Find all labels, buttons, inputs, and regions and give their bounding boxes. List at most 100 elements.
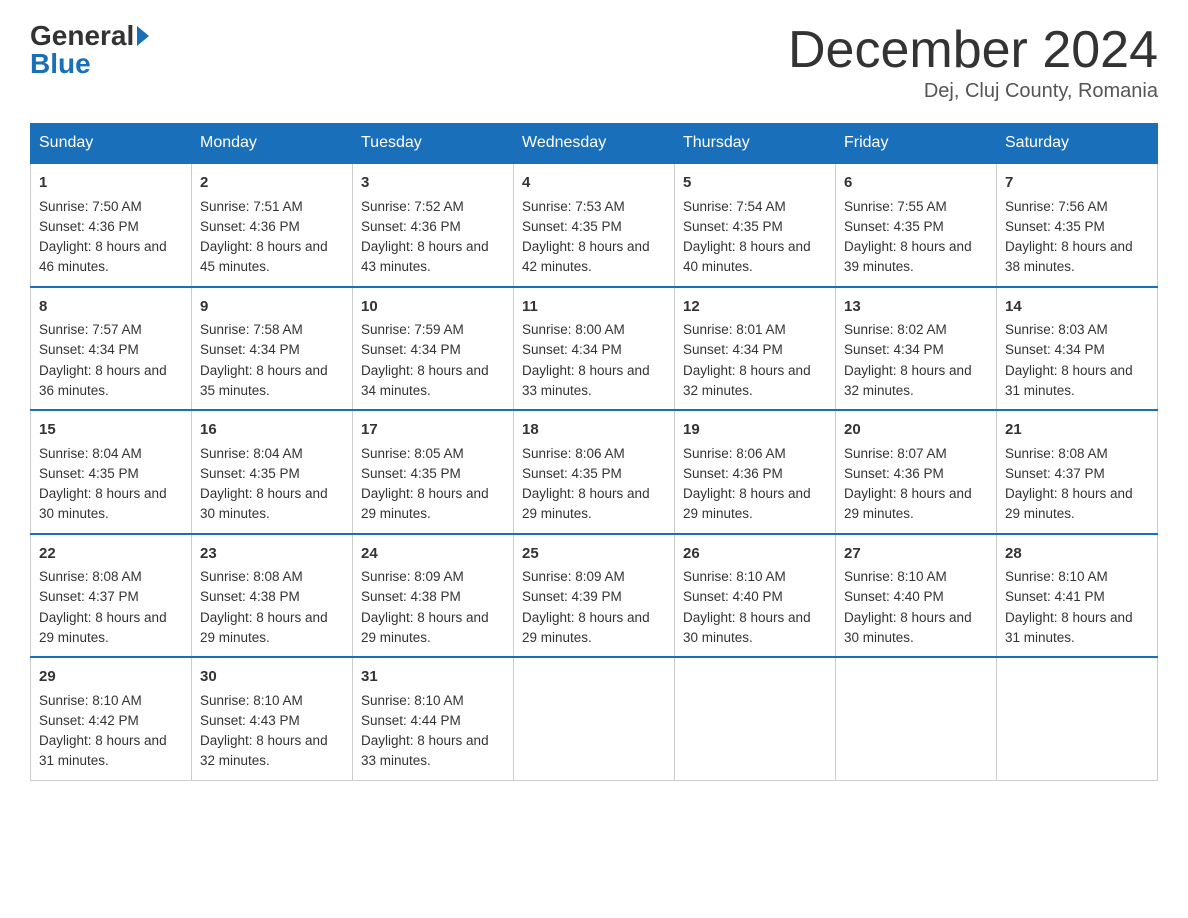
daylight-text: Daylight: 8 hours and 30 minutes.	[200, 486, 328, 521]
sunrise-text: Sunrise: 8:02 AM	[844, 322, 947, 337]
daylight-text: Daylight: 8 hours and 29 minutes.	[361, 610, 489, 645]
sunrise-text: Sunrise: 7:51 AM	[200, 199, 303, 214]
sunrise-text: Sunrise: 8:03 AM	[1005, 322, 1108, 337]
calendar-header-thursday: Thursday	[675, 124, 836, 164]
day-number: 16	[200, 419, 344, 442]
daylight-text: Daylight: 8 hours and 29 minutes.	[522, 486, 650, 521]
sunrise-text: Sunrise: 8:01 AM	[683, 322, 786, 337]
day-number: 1	[39, 172, 183, 195]
sunset-text: Sunset: 4:36 PM	[361, 219, 461, 234]
calendar-table: SundayMondayTuesdayWednesdayThursdayFrid…	[30, 123, 1158, 781]
sunset-text: Sunset: 4:34 PM	[200, 342, 300, 357]
day-number: 27	[844, 543, 988, 566]
sunrise-text: Sunrise: 8:08 AM	[200, 569, 303, 584]
calendar-cell: 18 Sunrise: 8:06 AM Sunset: 4:35 PM Dayl…	[514, 410, 675, 534]
day-number: 13	[844, 296, 988, 319]
calendar-cell	[675, 657, 836, 780]
day-number: 18	[522, 419, 666, 442]
sunrise-text: Sunrise: 7:57 AM	[39, 322, 142, 337]
calendar-cell: 19 Sunrise: 8:06 AM Sunset: 4:36 PM Dayl…	[675, 410, 836, 534]
sunset-text: Sunset: 4:42 PM	[39, 713, 139, 728]
day-number: 24	[361, 543, 505, 566]
sunset-text: Sunset: 4:35 PM	[522, 466, 622, 481]
calendar-cell	[997, 657, 1158, 780]
calendar-week-5: 29 Sunrise: 8:10 AM Sunset: 4:42 PM Dayl…	[31, 657, 1158, 780]
calendar-header-friday: Friday	[836, 124, 997, 164]
daylight-text: Daylight: 8 hours and 39 minutes.	[844, 239, 972, 274]
month-title: December 2024	[788, 20, 1158, 80]
daylight-text: Daylight: 8 hours and 38 minutes.	[1005, 239, 1133, 274]
daylight-text: Daylight: 8 hours and 31 minutes.	[1005, 610, 1133, 645]
calendar-header-sunday: Sunday	[31, 124, 192, 164]
sunset-text: Sunset: 4:34 PM	[522, 342, 622, 357]
day-number: 2	[200, 172, 344, 195]
daylight-text: Daylight: 8 hours and 42 minutes.	[522, 239, 650, 274]
day-number: 6	[844, 172, 988, 195]
daylight-text: Daylight: 8 hours and 29 minutes.	[844, 486, 972, 521]
daylight-text: Daylight: 8 hours and 45 minutes.	[200, 239, 328, 274]
page-header: General Blue December 2024 Dej, Cluj Cou…	[30, 20, 1158, 103]
sunrise-text: Sunrise: 7:59 AM	[361, 322, 464, 337]
sunrise-text: Sunrise: 8:10 AM	[361, 693, 464, 708]
daylight-text: Daylight: 8 hours and 32 minutes.	[683, 363, 811, 398]
sunset-text: Sunset: 4:36 PM	[39, 219, 139, 234]
sunrise-text: Sunrise: 7:55 AM	[844, 199, 947, 214]
day-number: 8	[39, 296, 183, 319]
day-number: 25	[522, 543, 666, 566]
calendar-header-monday: Monday	[192, 124, 353, 164]
calendar-cell: 27 Sunrise: 8:10 AM Sunset: 4:40 PM Dayl…	[836, 534, 997, 658]
sunrise-text: Sunrise: 8:08 AM	[1005, 446, 1108, 461]
calendar-header-row: SundayMondayTuesdayWednesdayThursdayFrid…	[31, 124, 1158, 164]
sunset-text: Sunset: 4:35 PM	[39, 466, 139, 481]
day-number: 17	[361, 419, 505, 442]
daylight-text: Daylight: 8 hours and 29 minutes.	[683, 486, 811, 521]
day-number: 12	[683, 296, 827, 319]
calendar-cell: 1 Sunrise: 7:50 AM Sunset: 4:36 PM Dayli…	[31, 163, 192, 287]
calendar-cell: 11 Sunrise: 8:00 AM Sunset: 4:34 PM Dayl…	[514, 287, 675, 411]
calendar-header-saturday: Saturday	[997, 124, 1158, 164]
logo: General Blue	[30, 20, 149, 80]
calendar-cell: 17 Sunrise: 8:05 AM Sunset: 4:35 PM Dayl…	[353, 410, 514, 534]
calendar-cell: 25 Sunrise: 8:09 AM Sunset: 4:39 PM Dayl…	[514, 534, 675, 658]
sunrise-text: Sunrise: 8:05 AM	[361, 446, 464, 461]
calendar-cell: 29 Sunrise: 8:10 AM Sunset: 4:42 PM Dayl…	[31, 657, 192, 780]
day-number: 30	[200, 666, 344, 689]
day-number: 29	[39, 666, 183, 689]
daylight-text: Daylight: 8 hours and 29 minutes.	[522, 610, 650, 645]
sunset-text: Sunset: 4:41 PM	[1005, 589, 1105, 604]
sunrise-text: Sunrise: 8:10 AM	[200, 693, 303, 708]
sunset-text: Sunset: 4:40 PM	[683, 589, 783, 604]
logo-arrow-icon	[137, 26, 149, 46]
daylight-text: Daylight: 8 hours and 40 minutes.	[683, 239, 811, 274]
calendar-cell: 8 Sunrise: 7:57 AM Sunset: 4:34 PM Dayli…	[31, 287, 192, 411]
day-number: 9	[200, 296, 344, 319]
day-number: 21	[1005, 419, 1149, 442]
daylight-text: Daylight: 8 hours and 30 minutes.	[39, 486, 167, 521]
calendar-cell: 4 Sunrise: 7:53 AM Sunset: 4:35 PM Dayli…	[514, 163, 675, 287]
calendar-cell: 7 Sunrise: 7:56 AM Sunset: 4:35 PM Dayli…	[997, 163, 1158, 287]
sunrise-text: Sunrise: 7:54 AM	[683, 199, 786, 214]
sunrise-text: Sunrise: 7:58 AM	[200, 322, 303, 337]
daylight-text: Daylight: 8 hours and 36 minutes.	[39, 363, 167, 398]
calendar-cell: 5 Sunrise: 7:54 AM Sunset: 4:35 PM Dayli…	[675, 163, 836, 287]
daylight-text: Daylight: 8 hours and 31 minutes.	[39, 733, 167, 768]
calendar-cell: 6 Sunrise: 7:55 AM Sunset: 4:35 PM Dayli…	[836, 163, 997, 287]
day-number: 14	[1005, 296, 1149, 319]
day-number: 22	[39, 543, 183, 566]
day-number: 19	[683, 419, 827, 442]
calendar-week-1: 1 Sunrise: 7:50 AM Sunset: 4:36 PM Dayli…	[31, 163, 1158, 287]
sunset-text: Sunset: 4:36 PM	[200, 219, 300, 234]
daylight-text: Daylight: 8 hours and 29 minutes.	[1005, 486, 1133, 521]
sunset-text: Sunset: 4:35 PM	[200, 466, 300, 481]
daylight-text: Daylight: 8 hours and 46 minutes.	[39, 239, 167, 274]
calendar-cell: 23 Sunrise: 8:08 AM Sunset: 4:38 PM Dayl…	[192, 534, 353, 658]
sunset-text: Sunset: 4:39 PM	[522, 589, 622, 604]
daylight-text: Daylight: 8 hours and 32 minutes.	[844, 363, 972, 398]
sunset-text: Sunset: 4:35 PM	[683, 219, 783, 234]
day-number: 20	[844, 419, 988, 442]
day-number: 5	[683, 172, 827, 195]
sunrise-text: Sunrise: 7:56 AM	[1005, 199, 1108, 214]
calendar-cell: 15 Sunrise: 8:04 AM Sunset: 4:35 PM Dayl…	[31, 410, 192, 534]
sunrise-text: Sunrise: 8:08 AM	[39, 569, 142, 584]
sunrise-text: Sunrise: 7:52 AM	[361, 199, 464, 214]
